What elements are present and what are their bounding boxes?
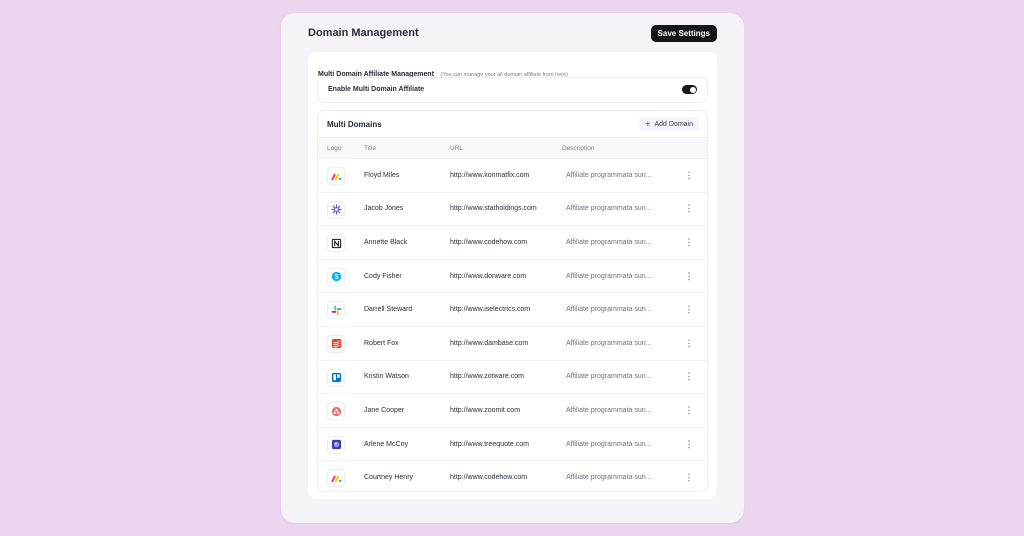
row-url: http://www.iselectrics.com [450, 306, 531, 314]
row-url: http://www.zoomit.com [450, 406, 521, 414]
more-options-icon[interactable]: ⋮ [684, 461, 694, 491]
table-row[interactable]: Jacob Jones http://www.statholdings.com … [318, 193, 707, 227]
table-row[interactable]: Robert Fox http://www.dambase.com Affili… [318, 327, 707, 361]
more-options-icon[interactable]: ⋮ [684, 327, 694, 360]
row-url: http://www.statholdings.com [450, 205, 537, 213]
row-url: http://www.zotware.com [450, 373, 524, 381]
row-url: http://www.codehow.com [450, 238, 528, 246]
toggle-label: Enable Multi Domain Affiliate [328, 86, 425, 93]
more-options-icon[interactable]: ⋮ [684, 428, 694, 461]
enable-multi-domain-row: Enable Multi Domain Affiliate [317, 77, 708, 103]
row-title: Annette Black [364, 238, 408, 246]
row-title: Floyd Miles [364, 171, 400, 179]
table-row[interactable]: Floyd Miles http://www.konmatfix.com Aff… [318, 159, 707, 193]
row-title: Robert Fox [364, 339, 399, 347]
save-settings-button[interactable]: Save Settings [650, 25, 717, 42]
row-description: Affiliate programmata sun... [566, 373, 652, 381]
table-row[interactable]: Arlene McCoy http://www.treequote.com Af… [318, 428, 707, 462]
more-options-icon[interactable]: ⋮ [684, 293, 694, 326]
enable-multi-domain-toggle[interactable] [682, 85, 697, 94]
slack-icon [327, 301, 345, 320]
row-description: Affiliate programmata sun... [566, 474, 652, 482]
multi-domains-table: Multi Domains + Add Domain Logo Title UR… [317, 110, 708, 492]
more-options-icon[interactable]: ⋮ [684, 159, 694, 192]
row-description: Affiliate programmata sun... [566, 306, 652, 314]
row-title: Darrell Steward [364, 306, 413, 314]
burst-icon [327, 200, 345, 219]
more-options-icon[interactable]: ⋮ [684, 226, 694, 259]
notion-icon [327, 234, 345, 253]
table-row[interactable]: Courtney Henry http://www.codehow.com Af… [318, 461, 707, 491]
more-options-icon[interactable]: ⋮ [684, 394, 694, 427]
column-header-description: Description [562, 144, 595, 152]
column-header-title: Title [364, 144, 377, 152]
skype-icon [327, 267, 345, 286]
column-header-logo: Logo [327, 144, 342, 152]
row-url: http://www.donware.com [450, 272, 527, 280]
more-options-icon[interactable]: ⋮ [684, 193, 694, 226]
row-description: Affiliate programmata sun... [566, 238, 652, 246]
plus-icon: + [645, 118, 651, 129]
add-domain-button[interactable]: + Add Domain [639, 117, 699, 131]
trello-icon [327, 368, 345, 387]
row-description: Affiliate programmata sun... [566, 171, 652, 179]
orb-icon [327, 435, 345, 454]
asana-icon [327, 402, 345, 421]
domains-header: Multi Domains + Add Domain [318, 111, 707, 137]
row-title: Courtney Henry [364, 474, 414, 482]
row-description: Affiliate programmata sun... [566, 406, 652, 414]
row-title: Kristin Watson [364, 373, 409, 381]
monday-icon [327, 469, 345, 488]
table-header: Logo Title URL Description [318, 137, 707, 159]
page-title: Domain Management [308, 27, 419, 39]
row-url: http://www.treequote.com [450, 440, 529, 448]
row-title: Arlene McCoy [364, 440, 408, 448]
row-description: Affiliate programmata sun... [566, 440, 652, 448]
table-row[interactable]: Jane Cooper http://www.zoomit.com Affili… [318, 394, 707, 428]
settings-card: Multi Domain Affiliate Management (You c… [308, 52, 717, 499]
table-row[interactable]: Cody Fisher http://www.donware.com Affil… [318, 260, 707, 294]
table-row[interactable]: Darrell Steward http://www.iselectrics.c… [318, 293, 707, 327]
domains-title: Multi Domains [327, 120, 382, 129]
monday-icon [327, 167, 345, 185]
row-title: Jane Cooper [364, 406, 405, 414]
row-description: Affiliate programmata sun... [566, 339, 652, 347]
add-domain-label: Add Domain [654, 120, 693, 128]
domain-management-panel: Domain Management Save Settings Multi Do… [281, 13, 744, 523]
row-title: Jacob Jones [364, 205, 404, 213]
row-url: http://www.dambase.com [450, 339, 529, 347]
row-url: http://www.konmatfix.com [450, 171, 530, 179]
more-options-icon[interactable]: ⋮ [684, 260, 694, 293]
domain-rows: Floyd Miles http://www.konmatfix.com Aff… [318, 159, 707, 491]
more-options-icon[interactable]: ⋮ [684, 361, 694, 394]
table-row[interactable]: Kristin Watson http://www.zotware.com Af… [318, 361, 707, 395]
row-description: Affiliate programmata sun... [566, 205, 652, 213]
row-url: http://www.codehow.com [450, 474, 528, 482]
table-row[interactable]: Annette Black http://www.codehow.com Aff… [318, 226, 707, 260]
row-description: Affiliate programmata sun... [566, 272, 652, 280]
row-title: Cody Fisher [364, 272, 402, 280]
todoist-icon [327, 334, 345, 353]
column-header-url: URL [450, 144, 464, 152]
toggle-knob [689, 86, 696, 93]
